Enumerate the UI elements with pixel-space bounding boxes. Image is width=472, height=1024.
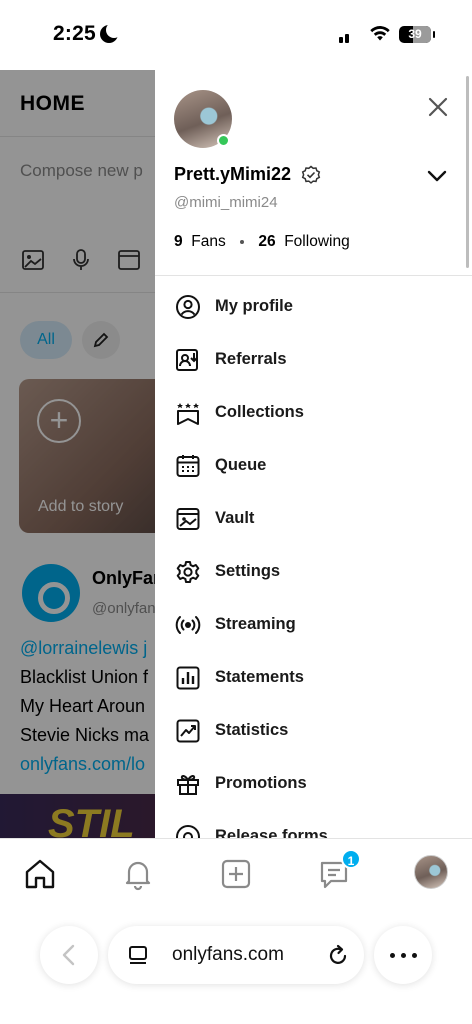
more-options-button[interactable] xyxy=(374,926,432,984)
battery-level: 39 xyxy=(408,27,422,41)
collections-icon xyxy=(177,403,199,425)
do-not-disturb-icon xyxy=(100,22,122,43)
menu-item-queue[interactable]: Queue xyxy=(155,440,472,492)
reload-icon[interactable] xyxy=(326,943,350,967)
fans-link[interactable]: 9 Fans xyxy=(174,233,226,250)
fans-count: 9 xyxy=(174,233,183,250)
url-text: onlyfans.com xyxy=(172,944,284,965)
release-forms-icon xyxy=(176,825,200,838)
menu-item-label: Promotions xyxy=(215,774,307,792)
menu-item-label: Release forms xyxy=(215,827,328,838)
menu-item-label: Queue xyxy=(215,456,267,474)
menu-item-label: Statistics xyxy=(215,721,289,739)
add-post-icon[interactable] xyxy=(219,857,253,891)
side-drawer: Prett.yMimi22 @mimi_mimi24 9 Fans 26 Fol… xyxy=(155,70,472,838)
menu-item-collections[interactable]: Collections xyxy=(155,387,472,439)
back-button[interactable] xyxy=(40,926,98,984)
scrollbar[interactable] xyxy=(466,76,469,268)
following-count: 26 xyxy=(258,233,276,250)
chevron-down-icon[interactable] xyxy=(425,166,449,186)
avatar[interactable] xyxy=(414,855,448,889)
address-bar[interactable]: onlyfans.com xyxy=(108,926,364,984)
cellular-signal-icon xyxy=(339,27,363,112)
following-label: Following xyxy=(284,233,350,250)
page-menu-icon[interactable] xyxy=(128,945,148,965)
chevron-left-icon xyxy=(62,944,75,966)
menu-item-label: Collections xyxy=(215,403,304,421)
statements-icon xyxy=(176,666,200,690)
battery-icon: 39 xyxy=(399,26,435,43)
menu-item-statements[interactable]: Statements xyxy=(155,652,472,704)
divider xyxy=(155,275,472,276)
menu-item-settings[interactable]: Settings xyxy=(155,546,472,598)
menu-item-release-forms[interactable]: Release forms xyxy=(155,811,472,838)
menu-item-label: Referrals xyxy=(215,350,287,368)
streaming-icon xyxy=(175,616,201,634)
gear-icon xyxy=(176,561,200,583)
status-bar: 2:25 39 xyxy=(0,0,472,112)
menu-item-label: My profile xyxy=(215,297,293,315)
menu-item-label: Statements xyxy=(215,668,304,686)
display-name[interactable]: Prett.yMimi22 xyxy=(174,164,291,185)
fans-label: Fans xyxy=(191,233,226,250)
following-link[interactable]: 26 Following xyxy=(258,233,349,250)
home-icon[interactable] xyxy=(23,857,57,891)
online-status-indicator xyxy=(217,134,230,147)
username-handle: @mimi_mimi24 xyxy=(174,194,278,211)
messages-badge: 1 xyxy=(341,849,361,869)
menu-item-referrals[interactable]: Referrals xyxy=(155,334,472,386)
bell-icon[interactable] xyxy=(121,857,155,891)
menu-item-label: Vault xyxy=(215,509,255,527)
menu-item-my-profile[interactable]: My profile xyxy=(155,281,472,333)
profile-icon xyxy=(176,295,200,319)
gift-icon xyxy=(177,774,199,795)
verified-icon xyxy=(301,165,321,184)
browser-toolbar: onlyfans.com xyxy=(0,906,472,1024)
referrals-icon xyxy=(176,349,198,371)
menu-item-promotions[interactable]: Promotions xyxy=(155,758,472,810)
wifi-icon xyxy=(370,26,390,41)
menu-item-label: Settings xyxy=(215,562,281,580)
vault-icon xyxy=(176,508,200,530)
statistics-icon xyxy=(176,719,200,743)
status-time: 2:25 xyxy=(53,22,96,45)
close-icon[interactable] xyxy=(423,92,453,122)
menu-item-vault[interactable]: Vault xyxy=(155,493,472,545)
follow-stats: 9 Fans 26 Following xyxy=(174,233,350,251)
menu-item-statistics[interactable]: Statistics xyxy=(155,705,472,757)
calendar-icon xyxy=(176,455,200,477)
menu-item-streaming[interactable]: Streaming xyxy=(155,599,472,651)
menu-item-label: Streaming xyxy=(215,615,296,633)
bottom-navigation xyxy=(0,838,472,906)
